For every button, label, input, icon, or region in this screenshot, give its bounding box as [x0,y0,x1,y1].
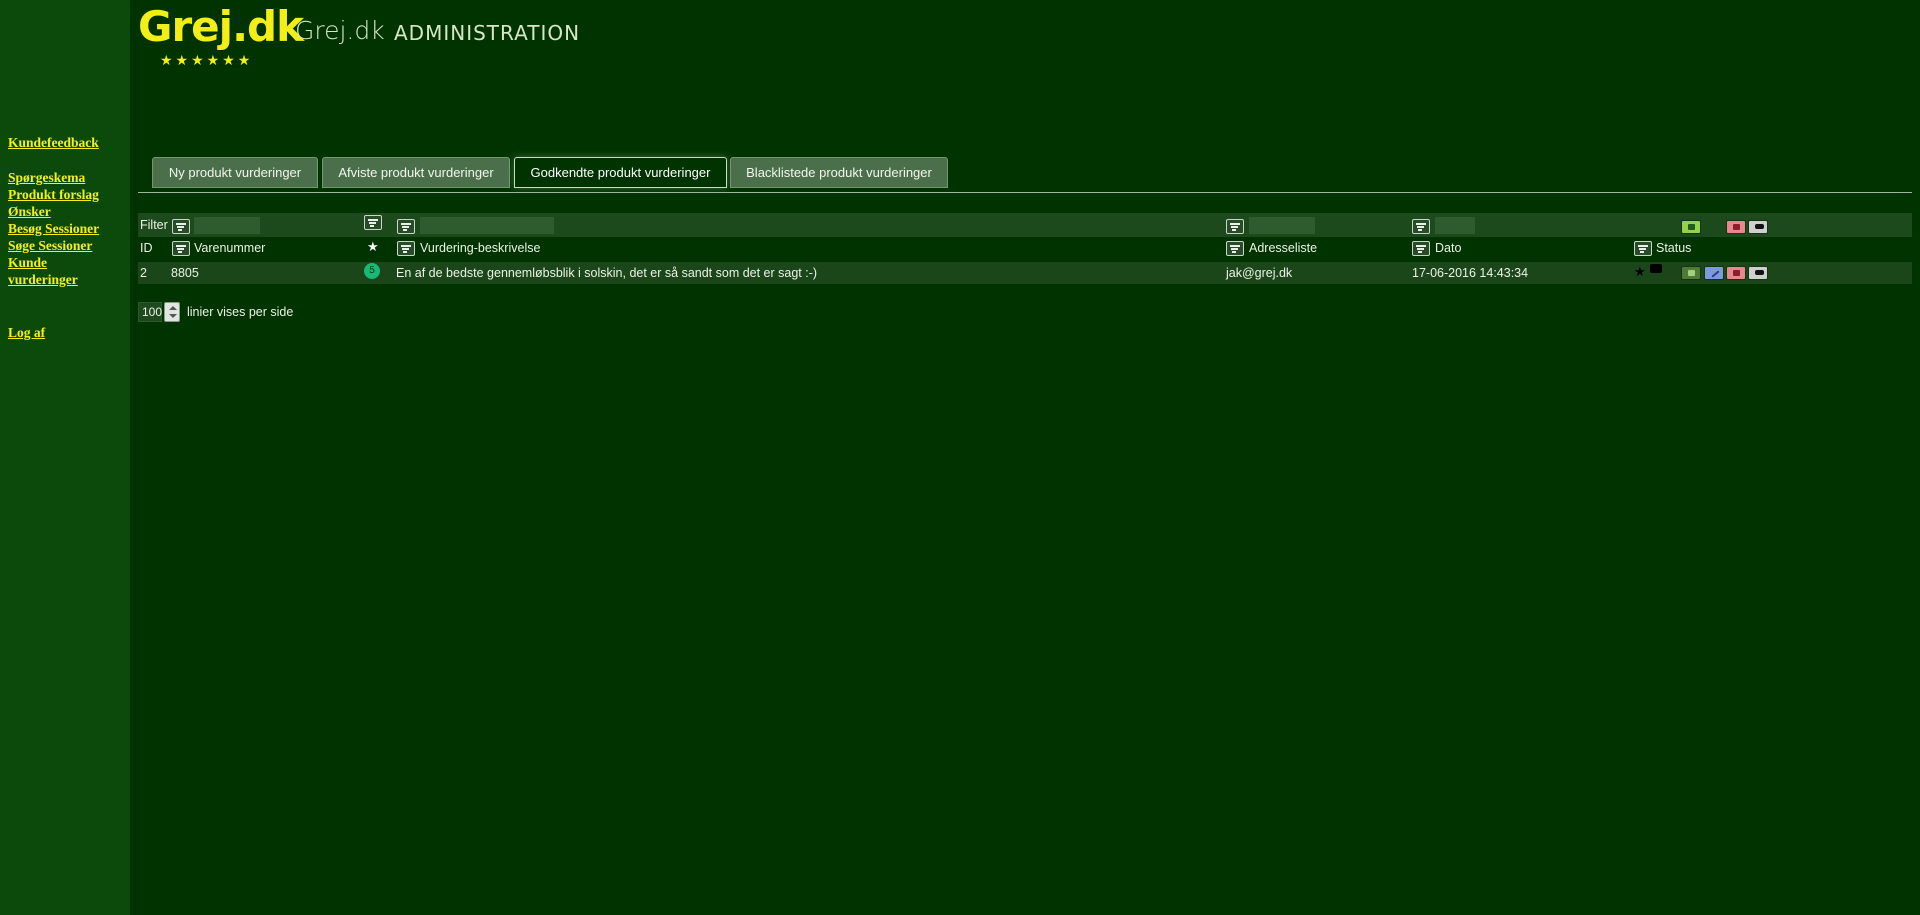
logo-text: Grej.dk [138,2,304,51]
sidebar: Kundefeedback Spørgeskema Produkt forsla… [0,0,130,915]
sidebar-item-kundefeedback[interactable]: Kundefeedback [8,134,126,151]
page-size-label: linier vises per side [187,305,294,319]
filter-beskrivelse-icon[interactable] [397,219,415,234]
sidebar-item-besoeg-sessioner[interactable]: Besøg Sessioner [8,220,126,237]
row-rating-badge: 5 [364,263,380,279]
filter-varenummer-input[interactable] [194,217,260,234]
column-header-status[interactable]: Status [1656,237,1691,259]
filter-blacklist-icon[interactable] [1748,220,1768,234]
column-header-varenummer[interactable]: Varenummer [194,237,265,259]
column-header-dato[interactable]: Dato [1435,237,1461,259]
approve-thumbs-up-icon[interactable] [1681,266,1701,280]
reject-thumbs-down-icon[interactable] [1726,266,1746,280]
tab-afviste-produkt-vurderinger[interactable]: Afviste produkt vurderinger [322,157,510,188]
logo-stars-icon: ★★★★★★ [160,52,254,68]
header-row: ID Varenummer ★ Vurdering-beskrivelse Ad… [138,237,1912,259]
column-header-beskrivelse[interactable]: Vurdering-beskrivelse [420,237,540,259]
site-name: Grej.dk [295,16,385,45]
row-dato: 17-06-2016 14:43:34 [1412,266,1529,280]
page-size-spinner-icon[interactable] [164,302,180,322]
tab-blacklistede-produkt-vurderinger[interactable]: Blacklistede produkt vurderinger [730,157,948,188]
row-beskrivelse: En af de bedste gennemløbsblik i solskin… [396,266,818,280]
comment-icon[interactable] [1650,264,1662,273]
page-size-input[interactable]: 100 [138,302,162,322]
logo: Grej.dk ★★★★★★ [138,3,304,71]
sidebar-item-kunde-vurderinger[interactable]: Kunde vurderinger [8,254,88,288]
blacklist-icon[interactable] [1748,266,1768,280]
tab-godkendte-produkt-vurderinger[interactable]: Godkendte produkt vurderinger [514,157,727,188]
filter-label: Filter [140,218,168,232]
column-header-adresseliste[interactable]: Adresseliste [1249,237,1317,259]
filter-adresseliste-input[interactable] [1249,217,1315,234]
row-adresseliste: jak@grej.dk [1226,266,1293,280]
sidebar-item-log-af[interactable]: Log af [8,324,126,341]
page-title: ADMINISTRATION [394,21,581,45]
filter-row: Filter [138,213,1912,237]
column-header-id[interactable]: ID [140,237,153,259]
row-id: 2 [140,266,147,280]
sort-beskrivelse-icon[interactable] [397,241,415,256]
filter-varenummer-icon[interactable] [172,219,190,234]
tab-ny-produkt-vurderinger[interactable]: Ny produkt vurderinger [152,157,318,188]
sidebar-item-spoergeskema[interactable]: Spørgeskema [8,169,126,186]
filter-approved-thumbs-up-icon[interactable] [1681,220,1701,234]
row-varenummer: 8805 [171,266,199,280]
edit-icon[interactable] [1704,266,1724,280]
sort-adresseliste-icon[interactable] [1226,241,1244,256]
filter-rating-icon[interactable] [364,215,382,230]
filter-adresseliste-icon[interactable] [1226,219,1244,234]
filter-dato-icon[interactable] [1412,219,1430,234]
filter-rejected-thumbs-down-icon[interactable] [1726,220,1746,234]
filter-beskrivelse-input[interactable] [420,217,554,234]
sidebar-item-soege-sessioner[interactable]: Søge Sessioner [8,237,126,254]
rating-star-icon: ★ [367,239,379,254]
sort-status-icon[interactable] [1634,241,1652,256]
filter-dato-input[interactable] [1435,217,1475,234]
sort-varenummer-icon[interactable] [172,241,190,256]
row-status-star-icon: ★ [1634,264,1646,279]
sidebar-item-oensker[interactable]: Ønsker [8,203,126,220]
table-row[interactable]: 2 8805 5 En af de bedste gennemløbsblik … [138,262,1912,284]
sort-dato-icon[interactable] [1412,241,1430,256]
tab-divider [138,192,1912,193]
sidebar-item-produkt-forslag[interactable]: Produkt forslag [8,186,126,203]
